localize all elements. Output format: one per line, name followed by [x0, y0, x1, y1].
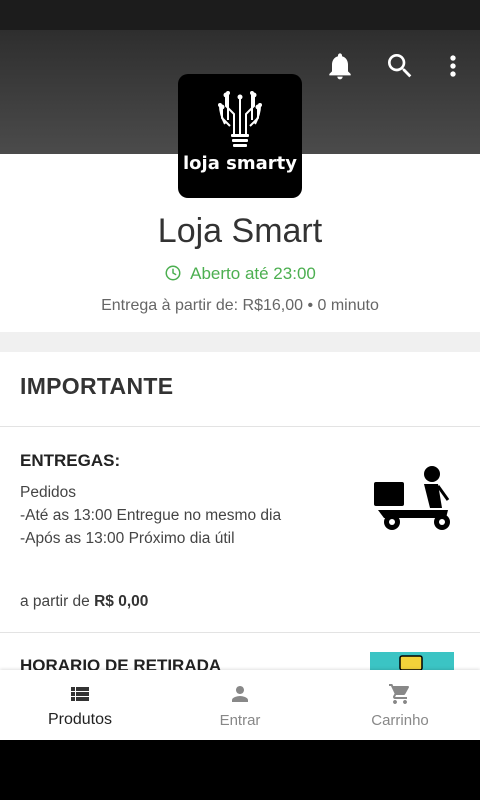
nav-item-carrinho[interactable]: Carrinho — [320, 670, 480, 740]
deliveries-line: Pedidos — [20, 484, 77, 501]
lightbulb-circuit-icon: loja smarty — [183, 91, 297, 174]
more-options-button[interactable] — [437, 50, 469, 82]
nav-label: Produtos — [47, 711, 113, 728]
divider — [0, 632, 480, 633]
open-status-text: Aberto até 23:00 — [190, 264, 316, 283]
clock-icon — [165, 265, 181, 281]
divider — [0, 426, 480, 427]
bottom-navigation: Produtos Entrar Carrinho — [0, 670, 480, 740]
nav-item-entrar[interactable]: Entrar — [160, 670, 320, 740]
store-open-status: Aberto até 23:00 — [0, 264, 480, 284]
more-vert-icon — [450, 55, 456, 77]
search-icon — [388, 54, 412, 78]
price-prefix: a partir de — [20, 593, 90, 610]
search-button[interactable] — [384, 50, 416, 82]
nav-label: Entrar — [219, 712, 261, 729]
price-value: R$ 0,00 — [94, 593, 149, 610]
bell-icon — [329, 53, 351, 80]
person-icon — [232, 686, 248, 702]
system-navigation-area — [0, 740, 480, 800]
deliveries-line: -Até as 13:00 Entregue no mesmo dia — [20, 507, 282, 524]
store-logo: loja smarty — [178, 74, 302, 198]
svg-text:loja smarty: loja smarty — [183, 153, 297, 174]
important-title: IMPORTANTE — [20, 373, 174, 399]
section-gap — [0, 332, 480, 352]
pickup-thumbnail — [370, 652, 454, 670]
cart-icon — [389, 684, 410, 704]
deliveries-line: -Após as 13:00 Próximo dia útil — [20, 530, 235, 547]
nav-label: Carrinho — [371, 712, 429, 729]
delivery-scooter-icon — [374, 466, 450, 530]
notifications-button[interactable] — [324, 50, 356, 82]
nav-item-produtos[interactable]: Produtos — [0, 670, 160, 740]
delivery-info: Entrega à partir de: R$16,00 • 0 minuto — [101, 297, 379, 314]
store-name: Loja Smart — [157, 212, 323, 250]
list-icon — [71, 687, 89, 701]
deliveries-title: ENTREGAS: — [20, 451, 121, 470]
deliveries-price: a partir de R$ 0,00 — [20, 593, 148, 611]
system-status-bar — [0, 0, 480, 30]
